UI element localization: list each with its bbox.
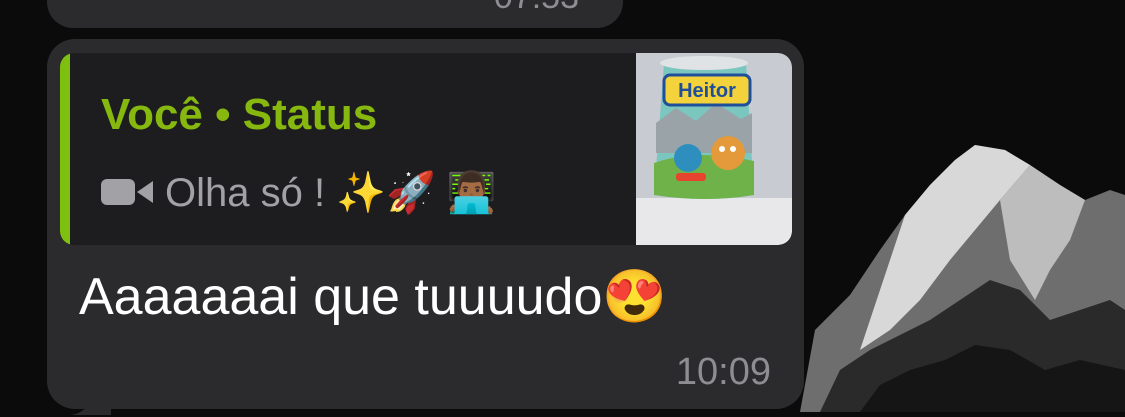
mug-photo-image: Heitor (636, 53, 792, 245)
mug-name-label: Heitor (678, 80, 736, 102)
previous-message-time: 07:53 (494, 0, 579, 14)
quote-author: Você • Status (101, 90, 378, 139)
status-reply-quote[interactable]: Você • Status Olha só ! ✨🚀 👨🏾‍💻 Heitor (60, 53, 792, 245)
message-time: 10:09 (675, 351, 771, 393)
quote-accent-bar (60, 53, 70, 245)
quote-text: Olha só ! ✨🚀 👨🏾‍💻 (165, 170, 497, 215)
previous-message-bubble[interactable]: 07:53 (47, 0, 623, 28)
message-bubble[interactable]: Você • Status Olha só ! ✨🚀 👨🏾‍💻 Heitor (47, 39, 804, 415)
message-text: Aaaaaaai que tuuuudo😍 (79, 268, 668, 326)
status-thumbnail[interactable]: Heitor (636, 53, 792, 245)
video-camera-icon (101, 175, 155, 209)
quote-line: Olha só ! ✨🚀 👨🏾‍💻 (101, 167, 497, 217)
